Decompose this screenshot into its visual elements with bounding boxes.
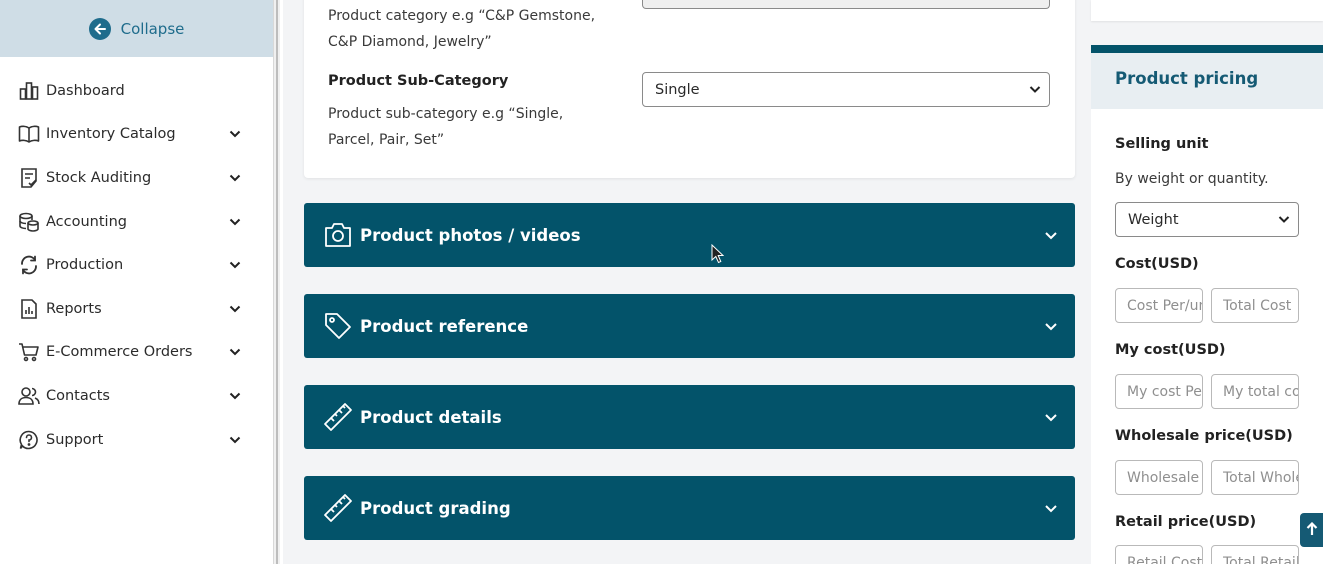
accordion-label: Product grading xyxy=(360,498,511,518)
sidebar: Collapse Dashboard Inventory Catalog Sto… xyxy=(0,0,273,564)
sidebar-item-label: Accounting xyxy=(46,214,127,230)
sidebar-item-label: Dashboard xyxy=(46,83,125,99)
chevron-down-icon xyxy=(1043,318,1059,338)
retail-price-label: Retail price(USD) xyxy=(1115,514,1257,530)
selling-unit-value: Weight xyxy=(1128,211,1179,228)
product-category-input[interactable] xyxy=(642,0,1050,9)
accordion-product-photos-videos[interactable]: Product photos / videos xyxy=(304,203,1075,267)
sidebar-item-label: Contacts xyxy=(46,388,110,404)
help-icon xyxy=(18,429,40,451)
users-icon xyxy=(18,385,40,407)
accordion-label: Product photos / videos xyxy=(360,225,581,245)
wholesale-price-label: Wholesale price(USD) xyxy=(1115,428,1293,444)
coins-icon xyxy=(18,211,40,233)
collapse-label: Collapse xyxy=(120,19,185,38)
dashboard-icon xyxy=(18,80,40,102)
book-icon xyxy=(18,123,40,145)
report-icon xyxy=(18,298,40,320)
chevron-down-icon xyxy=(227,257,243,273)
sidebar-item-reports[interactable]: Reports xyxy=(0,289,273,329)
sidebar-item-support[interactable]: Support xyxy=(0,420,273,460)
sidebar-item-e-commerce-orders[interactable]: E-Commerce Orders xyxy=(0,332,273,372)
chevron-down-icon xyxy=(1029,83,1041,99)
total-wholesale-input[interactable] xyxy=(1211,460,1299,495)
sidebar-item-label: Production xyxy=(46,257,124,273)
my-cost-label: My cost(USD) xyxy=(1115,342,1226,358)
sidebar-item-label: Support xyxy=(46,432,104,448)
accordion-label: Product details xyxy=(360,407,502,427)
chevron-down-icon xyxy=(227,126,243,142)
sidebar-item-label: Inventory Catalog xyxy=(46,126,176,142)
chevron-down-icon xyxy=(1278,213,1290,229)
chevron-down-icon xyxy=(1043,227,1059,247)
product-pricing-title: Product pricing xyxy=(1115,69,1259,88)
category-help-line-1: Product category e.g “C&P Gemstone, xyxy=(328,8,596,24)
accordion-product-grading[interactable]: Product grading xyxy=(304,476,1075,540)
selling-unit-label: Selling unit xyxy=(1115,136,1209,152)
sidebar-item-accounting[interactable]: Accounting xyxy=(0,202,273,242)
chevron-down-icon xyxy=(1043,409,1059,429)
arrow-left-icon xyxy=(88,17,111,40)
ruler-icon xyxy=(322,401,354,433)
sidebar-item-label: E-Commerce Orders xyxy=(46,344,193,360)
scroll-to-top-button[interactable] xyxy=(1300,513,1323,547)
cost-label: Cost(USD) xyxy=(1115,256,1199,272)
subcategory-label: Product Sub-Category xyxy=(328,73,509,89)
chevron-down-icon xyxy=(227,301,243,317)
arrow-up-icon xyxy=(1306,521,1318,540)
subcategory-help-line-1: Product sub-category e.g “Single, xyxy=(328,106,564,122)
right-top-card xyxy=(1091,0,1323,21)
tag-icon xyxy=(322,310,354,342)
accordion-product-reference[interactable]: Product reference xyxy=(304,294,1075,358)
chevron-down-icon xyxy=(227,388,243,404)
sidebar-item-label: Reports xyxy=(46,301,102,317)
chevron-down-icon xyxy=(227,432,243,448)
cost-per-unit-input[interactable] xyxy=(1115,288,1203,323)
selling-unit-select[interactable]: Weight xyxy=(1115,202,1299,237)
chevron-down-icon xyxy=(227,170,243,186)
chevron-down-icon xyxy=(227,214,243,230)
collapse-button[interactable]: Collapse xyxy=(0,0,273,57)
retail-per-unit-input[interactable] xyxy=(1115,545,1203,564)
cart-icon xyxy=(18,341,40,363)
chevron-down-icon xyxy=(1043,500,1059,520)
chevron-down-icon xyxy=(227,344,243,360)
selling-unit-help: By weight or quantity. xyxy=(1115,171,1269,187)
total-cost-input[interactable] xyxy=(1211,288,1299,323)
accordion-product-details[interactable]: Product details xyxy=(304,385,1075,449)
my-total-cost-input[interactable] xyxy=(1211,374,1299,409)
subcategory-select[interactable]: Single xyxy=(642,72,1050,107)
camera-icon xyxy=(322,219,354,251)
category-help-line-2: C&P Diamond, Jewelry” xyxy=(328,34,492,50)
sidebar-item-inventory-catalog[interactable]: Inventory Catalog xyxy=(0,114,273,154)
sidebar-resize-handle[interactable] xyxy=(276,0,278,564)
sidebar-item-label: Stock Auditing xyxy=(46,170,152,186)
sidebar-item-stock-auditing[interactable]: Stock Auditing xyxy=(0,158,273,198)
refresh-icon xyxy=(18,254,40,276)
my-cost-per-unit-input[interactable] xyxy=(1115,374,1203,409)
total-retail-input[interactable] xyxy=(1211,545,1299,564)
sidebar-item-production[interactable]: Production xyxy=(0,245,273,285)
ruler-icon xyxy=(322,492,354,524)
wholesale-per-unit-input[interactable] xyxy=(1115,460,1203,495)
subcategory-help-line-2: Parcel, Pair, Set” xyxy=(328,132,445,148)
mouse-pointer-icon xyxy=(711,243,725,268)
subcategory-select-value: Single xyxy=(655,81,700,98)
accordion-label: Product reference xyxy=(360,316,529,336)
checklist-icon xyxy=(18,167,40,189)
sidebar-item-dashboard[interactable]: Dashboard xyxy=(0,71,273,111)
sidebar-item-contacts[interactable]: Contacts xyxy=(0,376,273,416)
